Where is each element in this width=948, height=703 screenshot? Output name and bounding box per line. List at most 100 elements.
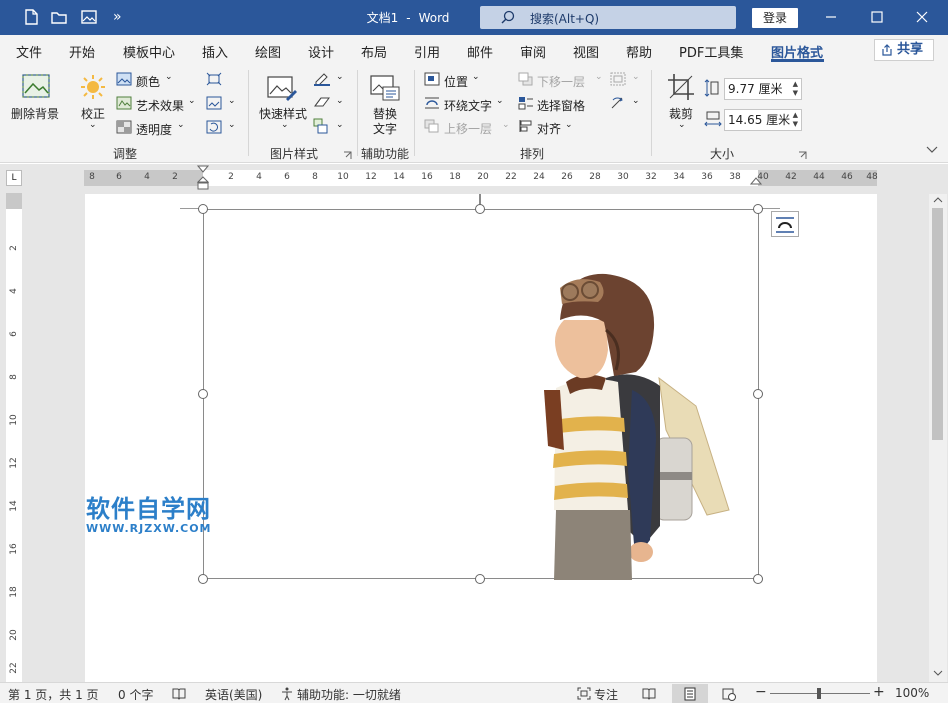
resize-handle-top-right[interactable] <box>753 204 763 214</box>
maximize-icon[interactable] <box>869 9 885 25</box>
compress-pictures-icon[interactable] <box>206 72 222 86</box>
focus-button[interactable]: 专注 <box>594 686 618 703</box>
wrap-text-button[interactable]: 环绕文字 <box>444 97 492 114</box>
corrections-sun-icon[interactable] <box>79 73 107 101</box>
tab-template-center[interactable]: 模板中心 <box>123 42 175 61</box>
accessibility-icon[interactable] <box>280 687 294 701</box>
zoom-slider-thumb[interactable] <box>817 688 821 699</box>
change-picture-dropdown-icon[interactable]: ⌄ <box>228 96 236 106</box>
layout-dropdown-icon[interactable]: ⌄ <box>336 120 344 130</box>
send-backward-dropdown-icon[interactable]: ⌄ <box>595 72 603 82</box>
resize-handle-left[interactable] <box>198 389 208 399</box>
tab-pdf-tools[interactable]: PDF工具集 <box>679 42 743 61</box>
tab-file[interactable]: 文件 <box>16 42 42 61</box>
focus-mode-icon[interactable] <box>577 687 591 700</box>
selected-picture[interactable] <box>203 209 759 580</box>
picture-layout-icon[interactable] <box>313 118 331 134</box>
resize-handle-top-left[interactable] <box>198 204 208 214</box>
picture-border-icon[interactable] <box>313 72 331 86</box>
scroll-up-icon[interactable] <box>933 196 943 204</box>
rotate-dropdown-icon[interactable]: ⌄ <box>632 96 640 106</box>
indent-marker-icon[interactable] <box>197 165 209 193</box>
zoom-level[interactable]: 100% <box>895 686 929 700</box>
color-button[interactable]: 颜色 <box>136 73 160 90</box>
share-button[interactable]: 共享 <box>874 39 934 61</box>
resize-handle-right[interactable] <box>753 389 763 399</box>
tab-references[interactable]: 引用 <box>414 42 440 61</box>
artistic-effects-button[interactable]: 艺术效果 <box>136 97 184 114</box>
align-dropdown-icon[interactable]: ⌄ <box>565 120 573 130</box>
border-dropdown-icon[interactable]: ⌄ <box>336 72 344 82</box>
accessibility-status[interactable]: 辅助功能: 一切就绪 <box>297 686 401 703</box>
tab-mailings[interactable]: 邮件 <box>467 42 493 61</box>
remove-background-button[interactable]: 删除背景 <box>11 105 59 122</box>
language-indicator[interactable]: 英语(美国) <box>205 686 262 703</box>
login-button[interactable]: 登录 <box>752 8 798 28</box>
bring-forward-button[interactable]: 上移一层 <box>444 120 492 137</box>
change-picture-icon[interactable] <box>206 96 222 110</box>
web-layout-icon[interactable] <box>722 687 736 701</box>
zoom-in-button[interactable]: + <box>873 684 885 700</box>
dialog-launcher-icon[interactable] <box>343 151 352 160</box>
send-backward-button[interactable]: 下移一层 <box>537 73 585 90</box>
wrap-text-dropdown-icon[interactable]: ⌄ <box>496 96 504 106</box>
size-dialog-launcher-icon[interactable] <box>798 151 807 160</box>
position-button[interactable]: 位置 <box>444 73 468 90</box>
color-dropdown-icon[interactable]: ⌄ <box>165 72 173 82</box>
print-layout-icon[interactable] <box>683 687 697 701</box>
read-mode-icon[interactable] <box>642 687 656 700</box>
proofing-book-icon[interactable] <box>172 687 186 700</box>
picture-effects-icon[interactable] <box>313 96 331 110</box>
scroll-down-icon[interactable] <box>933 669 943 677</box>
word-count[interactable]: 0 个字 <box>118 686 153 703</box>
position-dropdown-icon[interactable]: ⌄ <box>472 72 480 82</box>
effects-dropdown-icon[interactable]: ⌄ <box>336 96 344 106</box>
resize-handle-bottom-left[interactable] <box>198 574 208 584</box>
resize-handle-bottom-right[interactable] <box>753 574 763 584</box>
artistic-dropdown-icon[interactable]: ⌄ <box>188 96 196 106</box>
rotate-objects-icon[interactable] <box>610 96 626 110</box>
tab-design[interactable]: 设计 <box>308 42 334 61</box>
bring-forward-dropdown-icon[interactable]: ⌄ <box>502 120 510 130</box>
resize-handle-top[interactable] <box>475 204 485 214</box>
zoom-out-button[interactable]: − <box>755 684 767 700</box>
vertical-scrollbar[interactable] <box>929 194 947 682</box>
close-icon[interactable] <box>914 9 930 25</box>
layout-options-button[interactable] <box>771 211 799 237</box>
alt-text-icon[interactable] <box>369 73 401 103</box>
reset-picture-dropdown-icon[interactable]: ⌄ <box>228 120 236 130</box>
corrections-dropdown-icon[interactable]: ⌄ <box>89 120 97 130</box>
height-spinner-icon[interactable]: ▲ ▼ <box>793 80 798 98</box>
search-box[interactable]: 搜索(Alt+Q) <box>480 6 736 29</box>
scrollbar-thumb[interactable] <box>932 208 943 440</box>
tab-review[interactable]: 审阅 <box>520 42 546 61</box>
tab-view[interactable]: 视图 <box>573 42 599 61</box>
width-spinner-icon[interactable]: ▲ ▼ <box>793 111 798 129</box>
tab-help[interactable]: 帮助 <box>626 42 652 61</box>
resize-handle-bottom[interactable] <box>475 574 485 584</box>
alt-text-line-2[interactable]: 文字 <box>373 120 397 137</box>
tab-layout[interactable]: 布局 <box>361 42 387 61</box>
shape-height-field[interactable]: 9.77 厘米 ▲ ▼ <box>724 78 802 100</box>
reset-picture-icon[interactable] <box>206 120 222 134</box>
minimize-icon[interactable] <box>823 9 839 25</box>
group-objects-icon[interactable] <box>610 72 626 86</box>
quick-styles-icon[interactable] <box>266 73 298 103</box>
vertical-ruler[interactable]: 2 4 6 8 10 12 14 16 18 20 22 <box>6 193 22 682</box>
quick-styles-dropdown-icon[interactable]: ⌄ <box>281 120 289 130</box>
transparency-dropdown-icon[interactable]: ⌄ <box>177 120 185 130</box>
tab-insert[interactable]: 插入 <box>202 42 228 61</box>
right-indent-marker-icon[interactable] <box>750 175 762 185</box>
transparency-button[interactable]: 透明度 <box>136 121 172 138</box>
shape-width-field[interactable]: 14.65 厘米 ▲ ▼ <box>724 109 802 131</box>
collapse-ribbon-icon[interactable] <box>926 144 938 154</box>
crop-icon[interactable] <box>667 73 695 101</box>
selection-pane-button[interactable]: 选择窗格 <box>537 97 585 114</box>
group-objects-dropdown-icon[interactable]: ⌄ <box>632 72 640 82</box>
crop-dropdown-icon[interactable]: ⌄ <box>678 120 686 130</box>
tab-selector-icon[interactable]: L <box>6 170 22 186</box>
align-button[interactable]: 对齐 <box>537 120 561 137</box>
remove-background-icon[interactable] <box>21 73 51 101</box>
tab-draw[interactable]: 绘图 <box>255 42 281 61</box>
tab-home[interactable]: 开始 <box>69 42 95 61</box>
